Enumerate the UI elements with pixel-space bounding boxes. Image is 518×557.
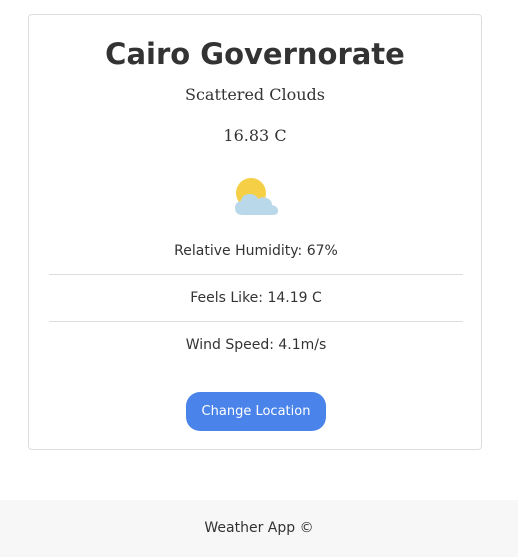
partly-cloudy-icon: [229, 171, 283, 225]
city-name: Cairo Governorate: [105, 37, 405, 71]
humidity-text: Relative Humidity: 67%: [174, 243, 338, 259]
footer-text: Weather App ©: [204, 520, 314, 536]
temperature: 16.83 C: [223, 126, 287, 145]
change-location-button[interactable]: Change Location: [186, 392, 326, 431]
weather-description: Scattered Clouds: [185, 85, 325, 104]
divider: [49, 274, 463, 275]
weather-card: Cairo Governorate Scattered Clouds 16.83…: [28, 14, 482, 450]
feels-like-text: Feels Like: 14.19 C: [190, 290, 322, 306]
footer: Weather App ©: [0, 500, 518, 557]
divider: [49, 321, 463, 322]
wind-speed-text: Wind Speed: 4.1m/s: [185, 337, 327, 353]
